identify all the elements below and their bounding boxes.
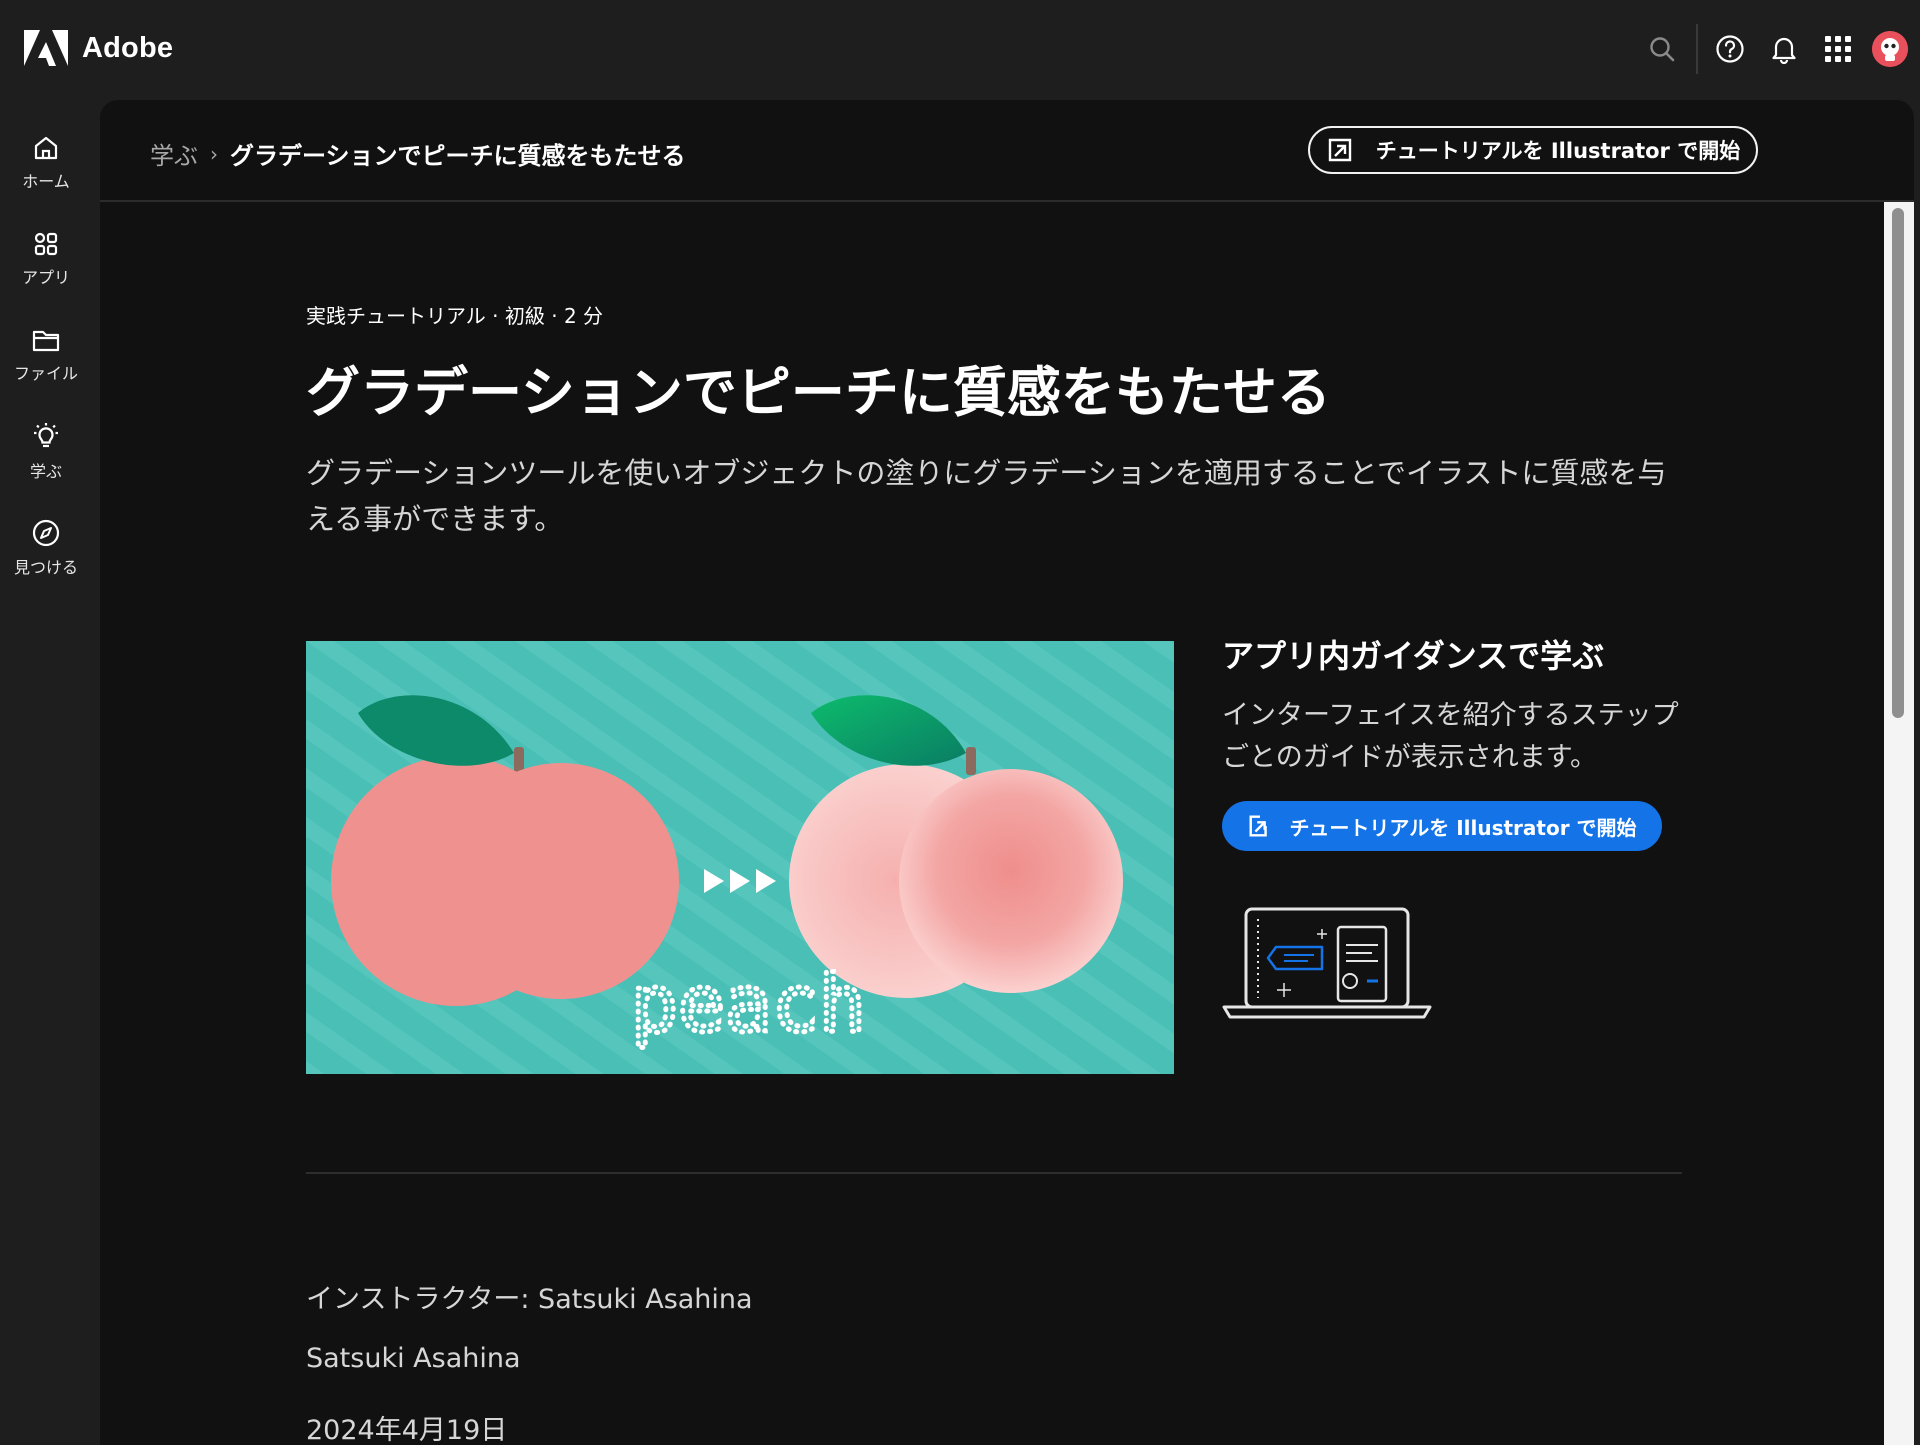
top-actions [1642,0,1920,98]
compass-icon [32,519,60,547]
top-bar: Adobe [0,0,1920,98]
rail-item-learn[interactable]: 学ぶ [0,422,92,482]
brand-name: Adobe [82,31,174,64]
apps-icon [34,232,58,256]
section-divider [306,1172,1682,1174]
start-tutorial-header-label: チュートリアルを Illustrator で開始 [1375,139,1741,163]
open-in-app-icon [1249,815,1268,837]
open-in-app-icon [1328,138,1351,162]
help-icon[interactable] [1710,29,1750,69]
chevron-right-icon: › [210,141,218,166]
rail-item-apps[interactable]: アプリ [0,230,92,288]
left-nav-rail: ホーム アプリ ファイル 学ぶ 見つける [0,98,100,1445]
rail-item-discover[interactable]: 見つける [0,518,92,578]
instructor-line: インストラクター: Satsuki Asahina [306,1284,753,1315]
start-tutorial-label: チュートリアルを Illustrator で開始 [1289,815,1637,840]
adobe-logo[interactable]: Adobe [24,30,173,66]
breadcrumb-link-learn[interactable]: 学ぶ [150,136,198,171]
hero-image: peach [306,641,1174,1074]
adobe-logo-icon [24,30,68,66]
home-icon [34,136,58,160]
tutorial-subheader: 学ぶ › グラデーションでピーチに質感をもたせる チュートリアルを Illust… [100,100,1914,202]
lightbulb-icon [34,423,58,448]
scrollbar[interactable] [1884,202,1914,1445]
apps-grid-icon[interactable] [1818,29,1858,69]
rail-label-discover: 見つける [13,558,78,577]
avatar-icon [1872,31,1908,67]
rail-label-apps: アプリ [21,268,70,287]
tutorial-meta: 実践チュートリアル · 初級 · 2 分 [306,304,604,328]
page-title: グラデーションでピーチに質感をもたせる [306,361,1331,424]
breadcrumb: 学ぶ › グラデーションでピーチに質感をもたせる [150,136,686,171]
start-tutorial-header-button[interactable]: チュートリアルを Illustrator で開始 [1308,126,1758,174]
avatar[interactable] [1872,31,1908,67]
breadcrumb-current: グラデーションでピーチに質感をもたせる [230,142,686,170]
rail-label-learn: 学ぶ [29,462,62,481]
publish-date: 2024年4月19日 [306,1415,508,1445]
rail-item-files[interactable]: ファイル [0,326,92,384]
tutorial-description: グラデーションツールを使いオブジェクトの塗りにグラデーションを適用することでイラ… [306,456,1667,536]
rail-item-home[interactable]: ホーム [0,134,92,192]
in-app-guidance: アプリ内ガイダンスで学ぶ インターフェイスを紹介するステップごとのガイドが表示さ… [1222,631,1682,1027]
start-tutorial-button[interactable]: チュートリアルを Illustrator で開始 [1222,801,1662,851]
folder-icon [32,330,60,352]
hero-peach-text: peach [631,960,866,1050]
peach-illustration: peach [306,641,1174,1074]
laptop-guide-icon [1222,907,1432,1019]
rail-label-files: ファイル [13,364,78,383]
bell-icon[interactable] [1764,29,1804,69]
scroll-thumb[interactable] [1892,208,1904,718]
guidance-title: アプリ内ガイダンスで学ぶ [1222,637,1605,675]
main-panel: 学ぶ › グラデーションでピーチに質感をもたせる チュートリアルを Illust… [100,100,1914,1445]
rail-label-home: ホーム [22,172,70,191]
guidance-text: インターフェイスを紹介するステップごとのガイドが表示されます。 [1222,700,1679,773]
search-icon[interactable] [1642,29,1682,69]
author-name: Satsuki Asahina [306,1343,521,1374]
topbar-divider [1696,24,1698,74]
